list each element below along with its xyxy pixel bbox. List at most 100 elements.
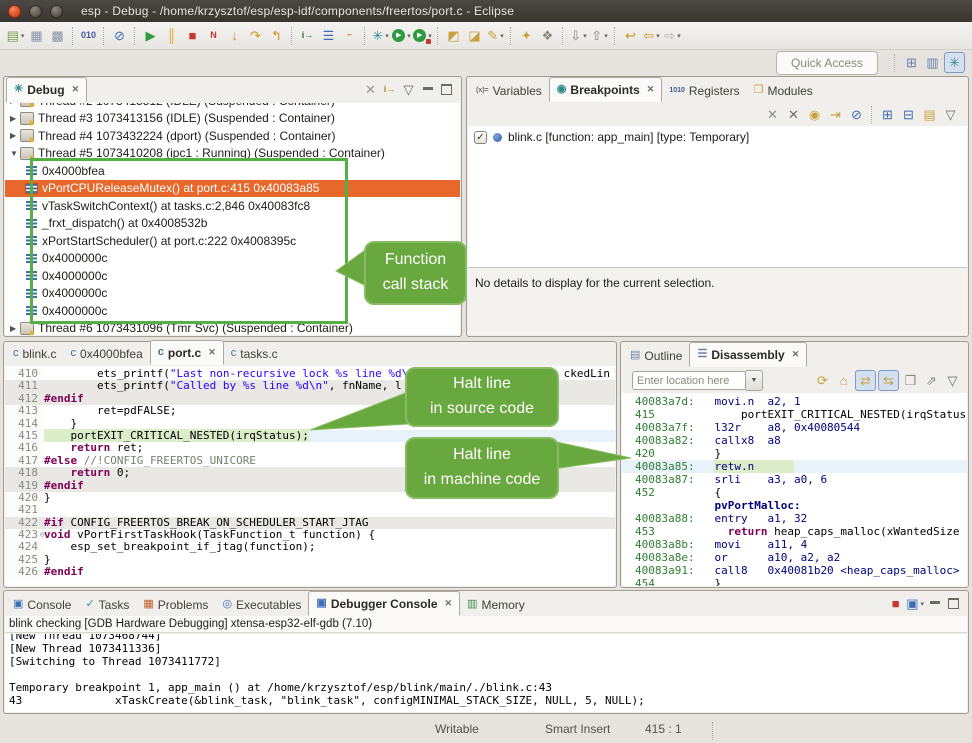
external-search-button[interactable]: ❖ (538, 26, 557, 45)
debug-perspective-button[interactable]: ✳ (944, 52, 965, 73)
run-external-tools-button[interactable]: ▶▾ (413, 26, 432, 45)
dropdown-arrow-icon[interactable]: ▾ (677, 32, 681, 40)
display-selected-console-button[interactable]: ▣▾ (906, 595, 924, 612)
dropdown-arrow-icon[interactable]: ▾ (407, 32, 411, 40)
track-expression-button[interactable]: ⇆ (878, 370, 899, 391)
binary-file-button[interactable]: 010 (79, 26, 98, 45)
disassembly-listing[interactable]: ➜ 40083a7d: movi.n a2, 1415 portEXIT_CRI… (622, 393, 967, 586)
view-menu-button[interactable]: ▽ (941, 105, 960, 124)
remove-selected-breakpoints-button[interactable]: ✕ (763, 105, 782, 124)
tab-modules[interactable]: ❒Modules (747, 79, 820, 102)
new-wizard-button[interactable]: ▤▾ (6, 26, 25, 45)
quick-access-button[interactable]: Quick Access (776, 51, 878, 75)
tab-debugger-console[interactable]: ▣Debugger Console✕ (308, 591, 460, 616)
save-all-button[interactable]: ▩ (48, 26, 67, 45)
debug-button[interactable]: ✳▾ (371, 26, 390, 45)
tab-tasks[interactable]: ✓Tasks (78, 593, 136, 616)
tab-close-icon[interactable]: ✕ (72, 84, 80, 95)
back-button[interactable]: ⇦▾ (642, 26, 661, 45)
breakpoints-list[interactable]: ✓ blink.c [function: app_main] [type: Te… (468, 126, 967, 267)
expand-arrow-icon[interactable]: ▶ (10, 324, 20, 333)
tab-close-icon[interactable]: ✕ (445, 598, 453, 609)
skip-all-breakpoints-button[interactable]: ⊘ (847, 105, 866, 124)
tab-registers[interactable]: 1010Registers (662, 79, 746, 102)
tab-close-icon[interactable]: ✕ (647, 84, 655, 95)
window-maximize-button[interactable] (50, 5, 63, 18)
dropdown-arrow-icon[interactable]: ▾ (385, 32, 389, 40)
tab-variables[interactable]: (x)=Variables (469, 79, 549, 102)
remove-all-terminated-button[interactable]: ✕ (362, 81, 379, 98)
link-with-debug-view-button[interactable]: ◉ (805, 105, 824, 124)
tab-close-icon[interactable]: ✕ (208, 347, 216, 358)
location-input[interactable] (632, 371, 746, 390)
disconnect-button[interactable]: N (204, 26, 223, 45)
console-output[interactable]: [New Thread 1073468744][New Thread 10734… (5, 634, 967, 712)
open-resource-button[interactable]: ◪ (465, 26, 484, 45)
previous-annotation-button[interactable]: ⇧▾ (590, 26, 609, 45)
breakpoint-row[interactable]: ✓ blink.c [function: app_main] [type: Te… (468, 126, 967, 144)
instruction-stepping-button[interactable]: i→ (298, 26, 317, 45)
terminate-console-button[interactable]: ■ (887, 595, 904, 612)
new-view-button[interactable]: ❒ (901, 371, 920, 390)
show-source-button[interactable]: ☰ (319, 26, 338, 45)
tab-problems[interactable]: ▦Problems (136, 593, 215, 616)
debug-thread-row[interactable]: ▶Thread #3 1073413156 (IDLE) (Suspended … (5, 110, 460, 128)
instruction-stepping-mode-button[interactable]: i→ (381, 81, 398, 98)
tab-debug[interactable]: ✳ Debug ✕ (6, 77, 87, 102)
mark-occurrences-button[interactable]: ✎▾ (486, 26, 505, 45)
expand-arrow-icon[interactable]: ▶ (10, 103, 20, 105)
resume-button[interactable]: ▶ (141, 26, 160, 45)
tab-0x4000bfea[interactable]: c0x4000bfea (64, 342, 150, 365)
breakpoint-checkbox[interactable]: ✓ (474, 131, 487, 144)
forward-button[interactable]: ⇨▾ (663, 26, 682, 45)
tab-executables[interactable]: ◎Executables (215, 593, 308, 616)
open-perspective-button[interactable]: ⊞ (902, 53, 921, 72)
collapse-arrow-icon[interactable]: ▼ (10, 149, 20, 158)
tab-blink-c[interactable]: cblink.c (6, 342, 64, 365)
show-breakpoints-for-selection-button[interactable]: ⇥ (826, 105, 845, 124)
tab-disassembly[interactable]: ☰Disassembly✕ (689, 342, 807, 367)
skip-all-breakpoints-button[interactable]: ⊘ (110, 26, 129, 45)
drop-to-frame-button[interactable]: ~ (340, 26, 359, 45)
group-by-button[interactable]: ▤ (920, 105, 939, 124)
save-button[interactable]: ▦ (27, 26, 46, 45)
step-return-button[interactable]: ↰ (267, 26, 286, 45)
dropdown-arrow-icon[interactable]: ▾ (500, 32, 504, 40)
sync-with-active-context-button[interactable]: ⇄ (855, 370, 876, 391)
cpp-perspective-button[interactable]: ▥ (923, 53, 942, 72)
maximize-button[interactable] (438, 81, 455, 98)
dropdown-arrow-icon[interactable]: ▾ (656, 32, 660, 40)
minimize-button[interactable] (419, 81, 436, 98)
open-new-view-button[interactable]: ⇗ (922, 371, 941, 390)
view-menu-button[interactable]: ▽ (943, 371, 962, 390)
remove-all-breakpoints-button[interactable]: ✕ (784, 105, 803, 124)
tab-close-icon[interactable]: ✕ (792, 349, 800, 360)
debug-thread-row[interactable]: ▶Thread #4 1073432224 (dport) (Suspended… (5, 127, 460, 145)
minimize-button[interactable] (926, 595, 943, 612)
expand-arrow-icon[interactable]: ▶ (10, 131, 20, 140)
step-over-button[interactable]: ↷ (246, 26, 265, 45)
last-edit-location-button[interactable]: ↩ (621, 26, 640, 45)
maximize-button[interactable] (945, 595, 962, 612)
step-into-button[interactable]: ↓ (225, 26, 244, 45)
refresh-button[interactable]: ⟳ (813, 371, 832, 390)
expand-arrow-icon[interactable]: ▶ (10, 114, 20, 123)
dropdown-arrow-icon[interactable]: ▾ (604, 32, 608, 40)
tab-outline[interactable]: ▤Outline (623, 344, 689, 367)
window-close-button[interactable] (8, 5, 21, 18)
run-button[interactable]: ▶▾ (392, 26, 411, 45)
collapse-all-button[interactable]: ⊟ (899, 105, 918, 124)
tab-tasks-c[interactable]: ctasks.c (224, 342, 285, 365)
expand-all-button[interactable]: ⊞ (878, 105, 897, 124)
view-menu-button[interactable]: ▽ (400, 81, 417, 98)
search-button[interactable]: ✦ (517, 26, 536, 45)
tab-port-c[interactable]: cport.c✕ (150, 340, 224, 365)
tab-breakpoints[interactable]: ◉Breakpoints✕ (549, 77, 663, 102)
dropdown-arrow-icon[interactable]: ▾ (21, 32, 25, 40)
terminate-button[interactable]: ■ (183, 26, 202, 45)
tab-console[interactable]: ▣Console (6, 593, 78, 616)
tab-memory[interactable]: ▥Memory (460, 593, 532, 616)
home-button[interactable]: ⌂ (834, 371, 853, 390)
window-minimize-button[interactable] (29, 5, 42, 18)
next-annotation-button[interactable]: ⇩▾ (569, 26, 588, 45)
